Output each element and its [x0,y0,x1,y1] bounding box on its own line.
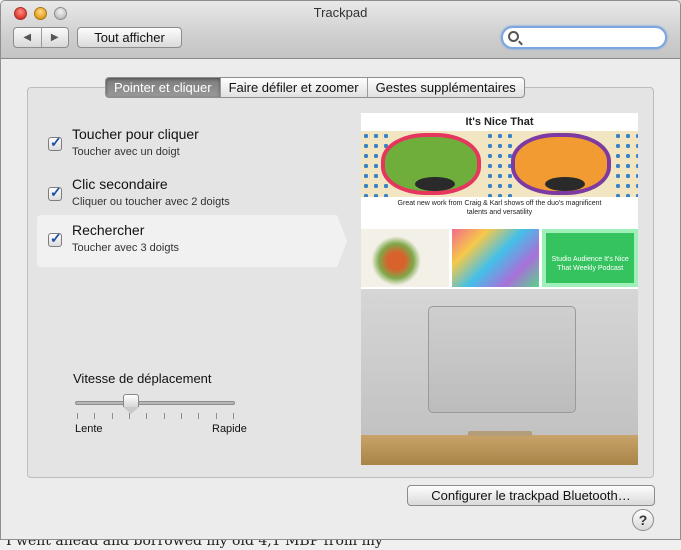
option-title: Rechercher [72,222,145,238]
tracking-speed-label: Vitesse de déplacement [73,371,212,386]
preview-hero-image [361,131,638,197]
tab-faire-defiler-et-zoomer[interactable]: Faire défiler et zoomer [219,78,367,97]
preview-thumbnail-flower [361,229,449,287]
option-subtitle: Toucher avec un doigt [72,146,180,158]
slider-tick [181,413,182,419]
window-title: Trackpad [313,5,368,20]
search-field[interactable] [501,26,667,49]
title-bar: Trackpad ◀ ▶ Tout afficher [1,1,680,59]
preview-desk [361,435,638,465]
forward-button[interactable]: ▶ [40,28,69,47]
preview-trackpad-edge [468,431,532,436]
slider-max-label: Rapide [212,423,247,435]
back-arrow-icon: ◀ [23,32,32,43]
forward-arrow-icon: ▶ [50,32,59,43]
slider-tick [198,413,200,419]
gesture-preview-video: It's Nice That Great new work from Craig… [361,113,638,465]
checkmark-icon: ✓ [50,184,62,200]
slider-tick [233,413,234,419]
back-forward-control: ◀ ▶ [13,27,69,48]
slider-tick [94,413,96,419]
option-subtitle: Cliquer ou toucher avec 2 doigts [72,196,230,208]
preview-thumbnails: Studio Audience It's Nice That Weekly Po… [361,229,638,287]
preview-thumbnail-paint [451,229,540,287]
option-subtitle: Toucher avec 3 doigts [72,242,180,254]
tab-gestes-supplementaires[interactable]: Gestes supplémentaires [366,78,524,97]
preview-thumbnail-card: Studio Audience It's Nice That Weekly Po… [542,229,638,287]
checkmark-icon: ✓ [50,230,62,246]
preview-site-title: It's Nice That [465,116,534,128]
preview-caption: Great new work from Craig & Karl shows o… [397,200,602,216]
checkbox-rechercher[interactable]: ✓ [48,230,62,247]
slider-tick [129,413,130,419]
option-title: Clic secondaire [72,176,168,192]
trackpad-preferences-window: Trackpad ◀ ▶ Tout afficher Pointer et cl… [0,0,681,540]
slider-tick [163,413,165,419]
slider-tick [111,413,113,419]
back-button[interactable]: ◀ [14,28,41,47]
option-toucher-pour-cliquer[interactable]: ✓ Toucher pour cliquer Toucher avec un d… [37,119,337,171]
checkbox-clic-secondaire[interactable]: ✓ [48,184,62,201]
preview-trackpad-surface [428,306,576,413]
search-icon [508,31,519,42]
show-all-button[interactable]: Tout afficher [77,27,182,48]
tab-pointer-et-cliquer[interactable]: Pointer et cliquer [106,78,220,97]
slider-min-label: Lente [75,423,103,435]
slider-tick [146,413,148,419]
preview-webpage: It's Nice That Great new work from Craig… [361,113,638,289]
option-clic-secondaire[interactable]: ✓ Clic secondaire Cliquer ou toucher ave… [37,169,337,221]
tracking-speed-slider-thumb[interactable] [123,394,139,414]
help-button[interactable]: ? [632,509,654,531]
option-rechercher[interactable]: ✓ Rechercher Toucher avec 3 doigts [37,215,347,267]
slider-tick [215,413,217,419]
checkmark-icon: ✓ [50,134,62,150]
tab-bar: Pointer et cliquer Faire défiler et zoom… [105,77,525,98]
configure-bluetooth-trackpad-button[interactable]: Configurer le trackpad Bluetooth… [407,485,655,506]
tracking-speed-slider-track[interactable] [75,401,235,405]
checkbox-toucher-pour-cliquer[interactable]: ✓ [48,134,62,151]
option-title: Toucher pour cliquer [72,126,199,142]
slider-tick [77,413,78,419]
